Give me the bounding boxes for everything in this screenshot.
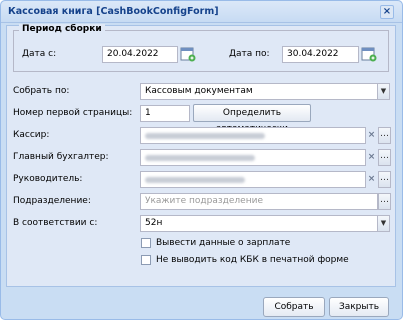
department-field[interactable]: Укажите подразделение [140, 193, 378, 210]
cashier-field[interactable] [140, 127, 366, 144]
date-to-field[interactable]: 30.04.2022 [282, 46, 359, 63]
date-to-label: Дата по: [229, 49, 270, 59]
ellipsis-icon[interactable]: … [378, 149, 391, 166]
first-page-label: Номер первой страницы: [13, 108, 133, 118]
salary-checkbox-label: Вывести данные о зарплате [156, 238, 291, 248]
accordance-label: В соответствии с: [13, 218, 98, 228]
period-legend: Период сборки [19, 24, 105, 34]
head-field[interactable] [140, 171, 366, 188]
chevron-down-icon[interactable]: ▼ [377, 215, 390, 232]
collect-by-select[interactable]: Кассовым документам [140, 83, 378, 100]
salary-checkbox[interactable] [141, 238, 151, 248]
chief-accountant-label: Главный бухгалтер: [13, 152, 109, 162]
form-panel: Период сборки Дата с: 20.04.2022 Дата по… [6, 24, 396, 287]
clear-icon[interactable]: × [366, 127, 377, 144]
dialog-window: Кассовая книга [CashBookConfigForm] × Пе… [0, 0, 403, 320]
chevron-down-icon[interactable]: ▼ [377, 83, 390, 100]
clear-icon[interactable]: × [366, 171, 377, 188]
department-label: Подразделение: [13, 196, 91, 206]
kbk-checkbox-label: Не выводить код КБК в печатной форме [156, 255, 349, 265]
calendar-icon[interactable] [361, 46, 377, 62]
date-from-label: Дата с: [22, 49, 57, 59]
window-title: Кассовая книга [CashBookConfigForm] [8, 6, 219, 17]
chief-accountant-field[interactable] [140, 149, 366, 166]
ellipsis-icon[interactable]: … [378, 171, 391, 188]
date-from-field[interactable]: 20.04.2022 [102, 46, 178, 63]
close-button[interactable]: Закрыть [329, 297, 389, 317]
auto-detect-button[interactable]: Определить автоматически [193, 104, 311, 134]
first-page-field[interactable]: 1 [140, 105, 190, 122]
collect-button[interactable]: Собрать [263, 297, 325, 317]
ellipsis-icon[interactable]: … [378, 193, 391, 210]
ellipsis-icon[interactable]: … [378, 127, 391, 144]
accordance-select[interactable]: 52н [140, 215, 378, 232]
title-bar[interactable]: Кассовая книга [CashBookConfigForm] × [1, 1, 402, 23]
calendar-icon[interactable] [180, 46, 196, 62]
clear-icon[interactable]: × [366, 149, 377, 166]
close-icon[interactable]: × [380, 5, 394, 19]
head-label: Руководитель: [13, 174, 83, 184]
kbk-checkbox[interactable] [141, 255, 151, 265]
cashier-label: Кассир: [13, 130, 50, 140]
period-fieldset: Период сборки Дата с: 20.04.2022 Дата по… [13, 24, 389, 72]
collect-by-label: Собрать по: [13, 86, 70, 96]
